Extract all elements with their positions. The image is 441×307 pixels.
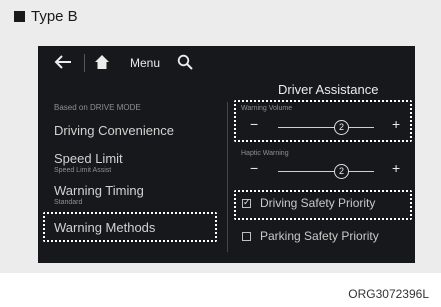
menu-item-warning-methods[interactable]: Warning Methods — [54, 221, 155, 235]
checkmark-icon: ✓ — [243, 197, 251, 207]
warning-volume-slider[interactable]: − 2 + — [244, 116, 404, 135]
slider-track — [278, 171, 374, 172]
volume-increase-button[interactable]: + — [392, 116, 400, 132]
menu-item-speed-limit[interactable]: Speed Limit Speed Limit Assist — [54, 152, 123, 175]
warning-volume-label: Warning Volume — [241, 105, 293, 112]
menu-item-title: Warning Methods — [54, 220, 156, 235]
volume-decrease-button[interactable]: − — [250, 116, 258, 132]
haptic-warning-label: Haptic Warning — [241, 150, 289, 157]
option-label: Driving Safety Priority — [260, 196, 376, 210]
slider-knob[interactable]: 2 — [334, 120, 349, 135]
checkbox[interactable] — [242, 232, 251, 241]
back-arrow-icon[interactable] — [54, 55, 72, 69]
menu-item-driving-convenience[interactable]: Driving Convenience — [54, 124, 174, 138]
menu-item-subtitle: Standard — [54, 199, 83, 206]
checkbox[interactable]: ✓ — [242, 197, 251, 208]
search-icon[interactable] — [177, 54, 193, 70]
caption-label: Type B — [31, 8, 78, 25]
option-label: Parking Safety Priority — [260, 229, 379, 243]
drive-mode-caption: Based on DRIVE MODE — [54, 103, 141, 112]
nav-divider — [84, 54, 85, 72]
figure-code: ORG3072396L — [348, 287, 429, 301]
haptic-warning-slider[interactable]: − 2 + — [244, 160, 404, 179]
home-icon[interactable] — [94, 54, 110, 70]
menu-item-warning-timing[interactable]: Warning Timing Standard — [54, 184, 144, 207]
haptic-decrease-button[interactable]: − — [250, 160, 258, 176]
slider-track — [278, 127, 374, 128]
slider-knob[interactable]: 2 — [334, 164, 349, 179]
black-square-icon — [14, 11, 25, 22]
menu-item-title: Driving Convenience — [54, 123, 174, 138]
menu-item-subtitle: Speed Limit Assist — [54, 167, 112, 174]
haptic-increase-button[interactable]: + — [392, 160, 400, 176]
infotainment-screen: Menu Driver Assistance Based on DRIVE MO… — [38, 46, 415, 263]
menu-button[interactable]: Menu — [130, 56, 160, 70]
section-title: Driver Assistance — [278, 82, 379, 97]
caption-bar: Type B — [0, 0, 441, 33]
menu-item-title: Speed Limit — [54, 151, 123, 166]
menu-item-title: Warning Timing — [54, 183, 144, 198]
column-divider — [227, 102, 228, 252]
